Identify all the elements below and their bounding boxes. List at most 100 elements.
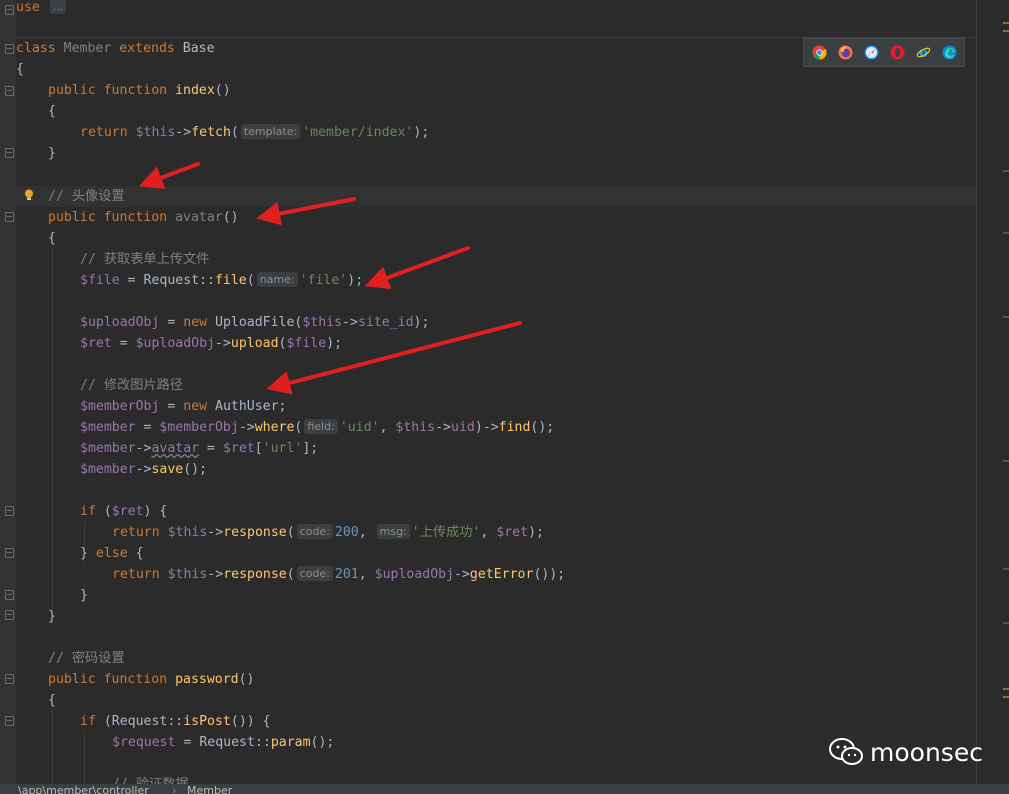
code-line: {	[48, 101, 56, 122]
error-stripe-mark[interactable]	[1003, 568, 1009, 570]
error-stripe-mark[interactable]	[1003, 22, 1009, 24]
error-stripe[interactable]	[977, 0, 1009, 794]
operator: ->	[207, 567, 224, 582]
code-line: $uploadObj = new UploadFile($this->site_…	[80, 312, 429, 333]
fold-marker[interactable]	[5, 44, 14, 54]
folded-region[interactable]: ...	[49, 0, 67, 14]
fold-marker[interactable]	[5, 506, 14, 516]
paren: (	[294, 420, 303, 435]
code-line: {	[48, 228, 56, 249]
operator: ,	[358, 567, 375, 582]
indent-guide	[52, 248, 53, 624]
variable: $this	[302, 315, 343, 330]
operator: ->	[135, 441, 152, 456]
paren: ();	[310, 735, 335, 750]
number: 200	[334, 525, 359, 540]
fold-marker[interactable]	[5, 86, 14, 96]
code-line: {	[16, 59, 24, 80]
method-call: file	[214, 273, 247, 288]
error-stripe-mark[interactable]	[1003, 460, 1009, 462]
fold-marker[interactable]	[5, 674, 14, 684]
method-call: param	[270, 735, 311, 750]
operator: ->	[342, 315, 358, 330]
brace: {	[48, 104, 56, 119]
operator: ,	[358, 525, 375, 540]
method-call: response	[223, 525, 287, 540]
error-stripe-mark[interactable]	[1003, 696, 1009, 698]
method-call: save	[151, 462, 184, 477]
watermark-text: moonsec	[870, 737, 983, 767]
keyword: else	[95, 546, 128, 561]
operator: ->	[238, 420, 255, 435]
edge-icon[interactable]	[942, 45, 957, 60]
code-line: }	[80, 585, 88, 606]
keyword: function	[103, 83, 168, 98]
fold-marker[interactable]	[5, 212, 14, 222]
indent-guide	[84, 731, 85, 784]
brace: {	[48, 693, 56, 708]
indent-guide	[52, 710, 53, 784]
paren: (	[95, 504, 112, 519]
code-editor[interactable]: use ... class Member extends Base { publ…	[0, 0, 1009, 794]
variable: $ret	[496, 525, 529, 540]
error-stripe-mark[interactable]	[1003, 170, 1009, 172]
operator: =	[111, 336, 136, 351]
comment: // 获取表单上传文件	[80, 252, 210, 267]
method-call: response	[223, 567, 287, 582]
code-line: // 修改图片路径	[80, 375, 183, 396]
method-call: fetch	[191, 125, 231, 140]
fold-marker[interactable]	[5, 5, 14, 15]
fold-marker[interactable]	[5, 548, 14, 558]
lightbulb-icon[interactable]	[24, 189, 34, 201]
variable: $member	[80, 420, 136, 435]
error-stripe-mark[interactable]	[1003, 622, 1009, 624]
variable: $member	[80, 462, 136, 477]
error-stripe-mark[interactable]	[1003, 316, 1009, 318]
error-stripe-mark[interactable]	[1003, 688, 1009, 690]
paren: );	[413, 125, 430, 140]
firefox-icon[interactable]	[838, 45, 853, 60]
brace: }	[48, 146, 56, 161]
breadcrumb-separator: ›	[172, 784, 177, 794]
brace: }	[80, 546, 96, 561]
opera-icon[interactable]	[890, 45, 905, 60]
code-line: use ...	[16, 0, 68, 18]
breadcrumb-path[interactable]: \app\member\controller	[18, 785, 149, 794]
code-line: }	[48, 606, 56, 627]
paren: (	[286, 567, 295, 582]
error-stripe-mark[interactable]	[1003, 232, 1009, 234]
safari-icon[interactable]	[864, 45, 879, 60]
operator: =	[135, 420, 160, 435]
variable: $this	[167, 567, 208, 582]
operator: ,	[379, 420, 396, 435]
paren: ();	[530, 420, 555, 435]
parameter-hint: field:	[304, 419, 338, 434]
keyword: use	[16, 0, 40, 15]
paren: ();	[183, 462, 208, 477]
code-line: }	[48, 143, 56, 164]
variable: $memberObj	[159, 420, 239, 435]
operator: ->	[215, 336, 231, 351]
fold-marker[interactable]	[5, 716, 14, 726]
error-stripe-mark[interactable]	[1003, 30, 1009, 32]
keyword: return	[112, 525, 160, 540]
string: 'uid'	[339, 420, 380, 435]
code-line: $member->avatar = $ret['url'];	[80, 438, 318, 459]
method-call: isPost	[183, 714, 231, 729]
paren: ()) {	[230, 714, 271, 729]
chrome-icon[interactable]	[812, 45, 827, 60]
keyword: function	[103, 210, 168, 225]
ie-icon[interactable]: e	[916, 45, 931, 60]
fold-marker[interactable]	[5, 610, 14, 620]
number: 201	[334, 567, 359, 582]
paren: (	[286, 525, 295, 540]
breadcrumb-class[interactable]: Member	[187, 785, 232, 794]
property: site_id	[357, 315, 414, 330]
fold-marker[interactable]	[5, 590, 14, 600]
operator: =	[159, 399, 184, 414]
variable: $uploadObj	[80, 315, 160, 330]
paren: ());	[533, 567, 566, 582]
variable: $ret	[80, 336, 112, 351]
paren: (	[230, 125, 239, 140]
fold-marker[interactable]	[5, 148, 14, 158]
